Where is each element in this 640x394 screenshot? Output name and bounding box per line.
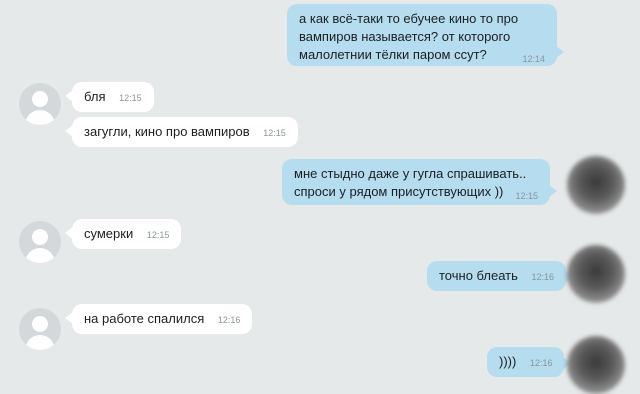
incoming-message[interactable]: сумерки 12:15 bbox=[64, 219, 182, 249]
own-avatar[interactable] bbox=[567, 245, 625, 303]
incoming-message[interactable]: бля 12:15 bbox=[65, 82, 154, 112]
incoming-message[interactable]: загугли, кино про вампиров 12:15 bbox=[65, 117, 298, 147]
sender-avatar[interactable] bbox=[19, 83, 61, 125]
message-text: бля bbox=[84, 89, 106, 104]
sender-avatar[interactable] bbox=[19, 308, 61, 350]
message-time: 12:16 bbox=[217, 315, 241, 325]
default-user-icon-body bbox=[25, 335, 55, 350]
default-user-icon bbox=[32, 316, 48, 332]
outgoing-message[interactable]: мне стыдно даже у гугла спрашивать.. спр… bbox=[282, 159, 557, 205]
message-time: 12:16 bbox=[529, 358, 553, 368]
message-text: )))) bbox=[499, 354, 517, 369]
incoming-message[interactable]: на работе спалился 12:16 bbox=[64, 304, 253, 334]
default-user-icon bbox=[32, 229, 48, 245]
own-avatar[interactable] bbox=[567, 336, 625, 394]
outgoing-message[interactable]: точно блеать 12:16 bbox=[427, 261, 574, 291]
message-text: точно блеать bbox=[439, 268, 518, 283]
message-time: 12:15 bbox=[263, 128, 286, 138]
message-time: 12:16 bbox=[531, 272, 555, 282]
message-text: на работе спалился bbox=[84, 311, 205, 326]
default-user-icon-body bbox=[25, 110, 55, 125]
message-text: сумерки bbox=[84, 226, 134, 241]
outgoing-message[interactable]: а как всё-таки то ебучее кино то про вам… bbox=[287, 4, 564, 66]
message-time: 12:15 bbox=[146, 230, 170, 240]
message-time: 12:15 bbox=[119, 93, 142, 103]
outgoing-message[interactable]: )))) 12:16 bbox=[487, 347, 573, 377]
message-text: мне стыдно даже у гугла спрашивать.. спр… bbox=[294, 166, 527, 199]
default-user-icon-body bbox=[25, 248, 55, 263]
message-text: загугли, кино про вампиров bbox=[84, 124, 250, 139]
sender-avatar[interactable] bbox=[19, 221, 61, 263]
own-avatar[interactable] bbox=[567, 156, 625, 214]
default-user-icon bbox=[32, 91, 48, 107]
